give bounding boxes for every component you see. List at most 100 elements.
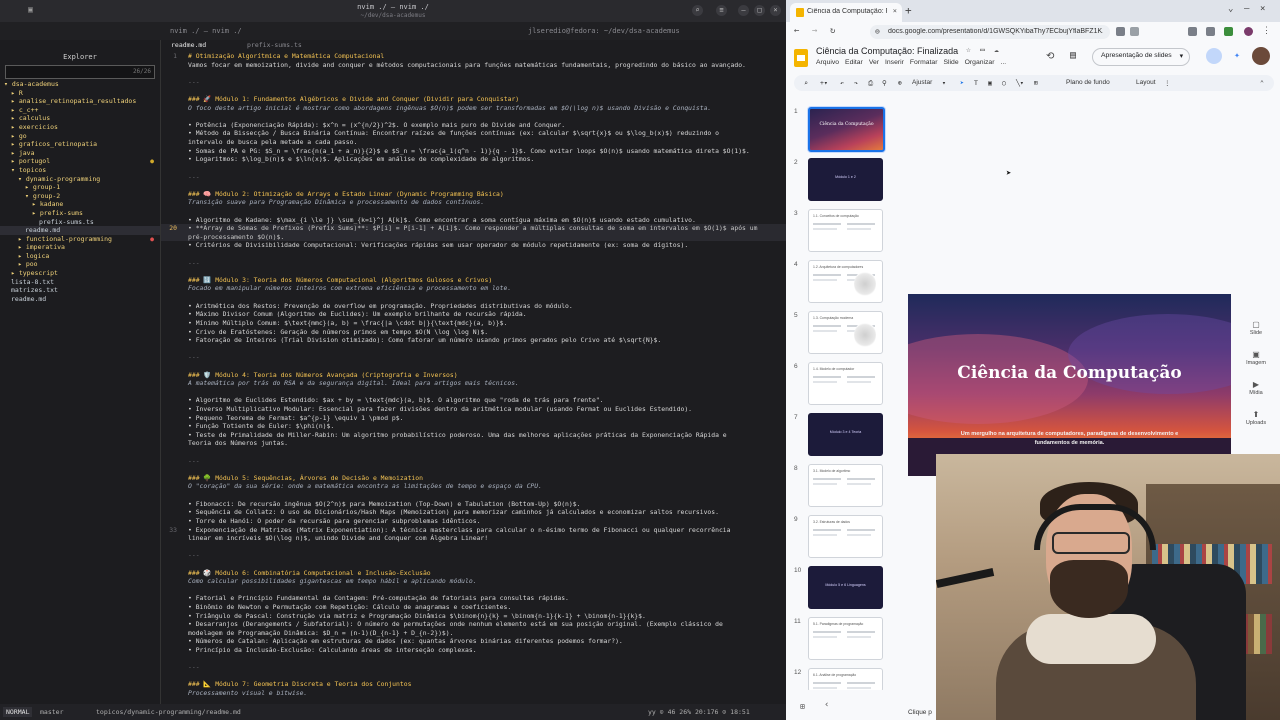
- code-line[interactable]: [161, 465, 786, 474]
- tree-folder[interactable]: ▸ functional-programming ●: [0, 235, 160, 244]
- tree-folder[interactable]: ▸ group-1: [0, 183, 160, 192]
- image-icon[interactable]: ▣: [988, 79, 992, 87]
- reload-icon[interactable]: ↻: [830, 26, 835, 36]
- code-line[interactable]: [161, 655, 786, 664]
- move-folder-icon[interactable]: ▭: [980, 45, 985, 54]
- tree-file[interactable]: matrizes.txt: [0, 286, 160, 295]
- code-line[interactable]: • Método da Bissecção / Busca Binária Co…: [161, 129, 786, 138]
- side-panel-item[interactable]: ▶ Mídia: [1236, 380, 1276, 396]
- code-line[interactable]: [161, 250, 786, 259]
- slide-thumbnail[interactable]: 3.1. Modelo de algoritmo: [808, 464, 883, 507]
- code-line[interactable]: Vamos focar em memoization, divide and c…: [161, 61, 786, 70]
- tree-file[interactable]: readme.md: [0, 295, 160, 304]
- extensions-icon[interactable]: [1206, 27, 1215, 36]
- explorer-search-input[interactable]: 26/26: [5, 65, 155, 79]
- code-line[interactable]: • Binômio de Newton e Permutação com Rep…: [161, 603, 786, 612]
- code-line[interactable]: • Máximo Divisor Comum (Algoritmo de Euc…: [161, 310, 786, 319]
- slide-thumbnail[interactable]: 1.1. Conceitos de computação: [808, 209, 883, 252]
- slides-logo-icon[interactable]: [794, 49, 808, 67]
- new-tab-icon[interactable]: +: [905, 4, 912, 17]
- tree-folder[interactable]: ▸ R: [0, 89, 160, 98]
- code-line[interactable]: 33 • Exponenciação de Matrizes (Matrix Ex…: [161, 526, 786, 535]
- comments-icon[interactable]: ▤: [1070, 50, 1076, 61]
- code-line[interactable]: • Princípio da Inclusão-Exclusão: Calcul…: [161, 646, 786, 655]
- code-line[interactable]: ---: [161, 551, 786, 560]
- tree-file[interactable]: lista-8.txt: [0, 278, 160, 287]
- grid-view-icon[interactable]: ⊞: [800, 702, 805, 711]
- code-line[interactable]: Processamento visual e bitwise.: [161, 689, 786, 698]
- menu-item[interactable]: Organizar: [965, 59, 995, 66]
- more-icon[interactable]: ⋮: [1164, 79, 1171, 87]
- tree-folder[interactable]: ▸ java: [0, 149, 160, 158]
- layout-button[interactable]: Layout: [1136, 79, 1156, 86]
- chevron-down-icon[interactable]: ▾: [942, 79, 946, 87]
- new-slide-icon[interactable]: +▾: [820, 79, 828, 87]
- menu-item[interactable]: Slide: [943, 59, 958, 66]
- tree-folder[interactable]: ▸ calculus: [0, 114, 160, 123]
- tree-folder[interactable]: ▾ dsa-academus: [0, 80, 160, 89]
- code-buffer[interactable]: 1 # Otimização Algorítmica e Matemática C…: [161, 52, 786, 698]
- background-button[interactable]: Plano de fundo: [1066, 79, 1110, 86]
- code-line[interactable]: [161, 112, 786, 121]
- code-line[interactable]: ---: [161, 353, 786, 362]
- slide-canvas[interactable]: Ciência da Computação Um mergulho na arq…: [908, 294, 1231, 476]
- slide-thumbnail[interactable]: Módulo 3 e 4 Teoria: [808, 413, 883, 456]
- minimize-icon[interactable]: –: [1244, 4, 1249, 14]
- slide-thumbnail[interactable]: 5.1. Paradigmas de programação: [808, 617, 883, 660]
- tree-folder[interactable]: ▸ analise_retinopatia_resultados: [0, 97, 160, 106]
- code-line[interactable]: [161, 164, 786, 173]
- share-button[interactable]: [1206, 48, 1222, 64]
- speaker-notes-hint[interactable]: Clique p: [908, 709, 932, 716]
- select-tool-icon[interactable]: ➤: [960, 79, 964, 87]
- code-line[interactable]: 20 • **Array de Somas de Prefixos (Prefix…: [161, 224, 786, 233]
- code-line[interactable]: O "coração" da sua série: onde a matemát…: [161, 482, 786, 491]
- code-line[interactable]: • Torre de Hanói: O poder da recursão pa…: [161, 517, 786, 526]
- code-line[interactable]: [161, 207, 786, 216]
- print-icon[interactable]: ⎙: [868, 79, 873, 88]
- code-line[interactable]: O foco deste artigo inicial é mostrar co…: [161, 104, 786, 113]
- code-line[interactable]: [161, 448, 786, 457]
- history-icon[interactable]: ⟲: [1046, 51, 1054, 62]
- tree-folder[interactable]: ▾ group-2: [0, 192, 160, 201]
- menu-item[interactable]: Ver: [869, 59, 879, 66]
- code-line[interactable]: • Crivo de Eratóstenes: Geração de númer…: [161, 328, 786, 337]
- tree-folder[interactable]: ▸ prefix-sums: [0, 209, 160, 218]
- comment-icon[interactable]: ⊞: [1034, 79, 1038, 87]
- download-icon[interactable]: [1188, 27, 1197, 36]
- code-line[interactable]: • Algoritmo de Euclides Estendido: $ax +…: [161, 396, 786, 405]
- zoom-fit-select[interactable]: Ajustar: [912, 79, 932, 86]
- code-line[interactable]: 1 # Otimização Algorítmica e Matemática C…: [161, 52, 786, 61]
- menu-item[interactable]: Arquivo: [816, 59, 839, 66]
- browser-menu-icon[interactable]: ⋮: [1262, 26, 1271, 36]
- code-line[interactable]: Como calcular possibilidades gigantescas…: [161, 577, 786, 586]
- tree-folder[interactable]: ▸ logica: [0, 252, 160, 261]
- close-icon[interactable]: ×: [1260, 4, 1265, 14]
- zoom-icon[interactable]: ⊕: [898, 79, 902, 87]
- code-line[interactable]: ### 🚀 Módulo 1: Fundamentos Algébricos e…: [161, 95, 786, 104]
- terminal-menu-button[interactable]: ≡: [716, 5, 727, 16]
- code-line[interactable]: ### 🔢 Módulo 3: Teoria dos Números Compu…: [161, 276, 786, 285]
- minimize-icon[interactable]: –: [738, 5, 749, 16]
- tree-file[interactable]: prefix-sums.ts: [0, 218, 160, 227]
- slide-thumbnail[interactable]: Ciência da Computação: [808, 107, 885, 152]
- tree-folder[interactable]: ▾ dynamic-programming: [0, 175, 160, 184]
- slide-subtitle[interactable]: Um mergulho na arquitetura de computador…: [948, 430, 1191, 448]
- code-line[interactable]: ### 📐 Módulo 7: Geometria Discreta e Teo…: [161, 680, 786, 689]
- document-title[interactable]: Ciência da Computação: Finalizada: [816, 46, 958, 56]
- code-line[interactable]: intervalo de busca pela metade a cada pa…: [161, 138, 786, 147]
- textbox-icon[interactable]: T: [974, 79, 978, 87]
- collapse-icon[interactable]: ‹: [824, 700, 829, 710]
- code-line[interactable]: ---: [161, 663, 786, 672]
- side-panel-item[interactable]: ▣ Imagem: [1236, 350, 1276, 366]
- menu-item[interactable]: Formatar: [910, 59, 938, 66]
- search-icon[interactable]: ⌕: [804, 79, 808, 87]
- code-line[interactable]: ---: [161, 457, 786, 466]
- code-line[interactable]: [161, 388, 786, 397]
- tab-close-icon[interactable]: ×: [893, 7, 897, 15]
- code-line[interactable]: Focado em manipular números inteiros com…: [161, 284, 786, 293]
- code-line[interactable]: • Teste de Primalidade de Miller-Rabin: …: [161, 431, 786, 440]
- code-line[interactable]: ---: [161, 173, 786, 182]
- shape-icon[interactable]: ◯: [1002, 79, 1006, 87]
- code-line[interactable]: ---: [161, 259, 786, 268]
- side-panel-item[interactable]: ⬆ Uploads: [1236, 410, 1276, 426]
